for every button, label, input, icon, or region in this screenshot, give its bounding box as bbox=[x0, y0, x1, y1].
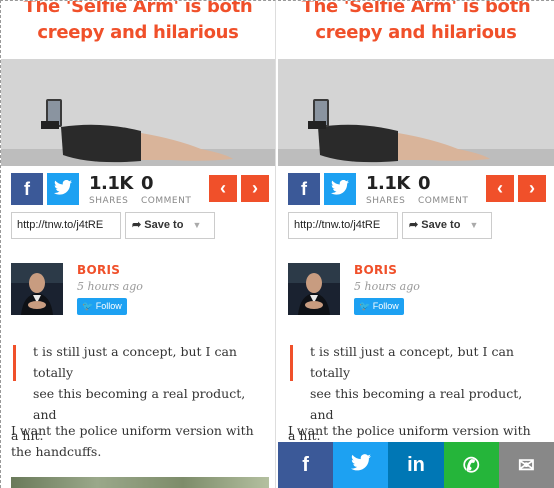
whatsapp-icon: ✆ bbox=[462, 455, 480, 477]
shares-label: SHARES bbox=[89, 196, 129, 206]
twitter-icon: 🐦 bbox=[82, 301, 94, 311]
facebook-share-button[interactable]: f bbox=[11, 173, 43, 205]
save-to-label: Save to bbox=[421, 219, 461, 231]
author-name[interactable]: BORIS bbox=[77, 263, 120, 277]
url-row: http://tnw.to/j4tRE ➦ Save to ▼ bbox=[288, 212, 548, 240]
chevron-down-icon: ▼ bbox=[469, 220, 479, 230]
twitter-share-button[interactable] bbox=[47, 173, 79, 205]
facebook-icon: f bbox=[301, 178, 307, 199]
follow-button[interactable]: 🐦 Follow bbox=[77, 298, 127, 315]
post-time: 5 hours ago bbox=[77, 280, 143, 293]
linkedin-icon: in bbox=[407, 454, 425, 476]
title-line-1: The 'Selfie Arm' is both bbox=[23, 0, 253, 17]
comments-label: COMMENT bbox=[418, 196, 469, 206]
twitter-icon bbox=[350, 454, 371, 477]
comments-label: COMMENT bbox=[141, 196, 192, 206]
title-line-1: The 'Selfie Arm' is both bbox=[301, 0, 531, 17]
floating-whatsapp-button[interactable]: ✆ bbox=[443, 442, 499, 488]
chevron-right-icon: › bbox=[529, 178, 535, 198]
shares-count: 1.1K bbox=[366, 173, 410, 194]
floating-twitter-button[interactable] bbox=[333, 442, 389, 488]
post-time: 5 hours ago bbox=[354, 280, 420, 293]
email-icon: ✉ bbox=[518, 455, 535, 477]
share-bar: f 1.1K SHARES 0 COMMENT ‹ › bbox=[11, 173, 269, 209]
next-image-preview bbox=[11, 477, 269, 488]
floating-facebook-button[interactable]: f bbox=[278, 442, 334, 488]
comments-counter[interactable]: 0 COMMENT bbox=[141, 173, 191, 206]
twitter-icon: 🐦 bbox=[359, 301, 371, 311]
avatar[interactable] bbox=[11, 263, 63, 315]
twitter-share-button[interactable] bbox=[324, 173, 356, 205]
title-line-2: creepy and hilarious bbox=[315, 22, 517, 43]
paragraph-2: I want the police uniform version with t… bbox=[11, 423, 254, 459]
comments-count: 0 bbox=[141, 173, 154, 194]
comments-count: 0 bbox=[418, 173, 431, 194]
facebook-share-button[interactable]: f bbox=[288, 173, 320, 205]
article-panel-left: The 'Selfie Arm' is both creepy and hila… bbox=[0, 0, 276, 488]
floating-email-button[interactable]: ✉ bbox=[498, 442, 554, 488]
paragraph-1-line-2: see this becoming a real product, and bbox=[33, 386, 246, 422]
shares-label: SHARES bbox=[366, 196, 406, 206]
author-name[interactable]: BORIS bbox=[354, 263, 397, 277]
shares-counter: 1.1K SHARES bbox=[89, 173, 133, 206]
prev-article-button[interactable]: ‹ bbox=[486, 175, 514, 202]
shares-count: 1.1K bbox=[89, 173, 133, 194]
next-article-button[interactable]: › bbox=[241, 175, 269, 202]
dropcap-bar bbox=[290, 345, 293, 381]
share-bar: f 1.1K SHARES 0 COMMENT ‹ › bbox=[288, 173, 548, 209]
share-arrow-icon: ➦ bbox=[409, 219, 419, 231]
chevron-left-icon: ‹ bbox=[497, 178, 503, 198]
facebook-icon: f bbox=[302, 454, 309, 476]
follow-label: Follow bbox=[95, 301, 122, 311]
twitter-icon bbox=[331, 179, 349, 200]
floating-share-bar: f in ✆ ✉ bbox=[278, 442, 554, 488]
chevron-left-icon: ‹ bbox=[220, 178, 226, 198]
paragraph-1-line-1: t is still just a concept, but I can tot… bbox=[310, 344, 514, 380]
url-row: http://tnw.to/j4tRE ➦ Save to ▼ bbox=[11, 212, 269, 240]
facebook-icon: f bbox=[24, 178, 30, 199]
paragraph-1-line-2: see this becoming a real product, and bbox=[310, 386, 523, 422]
save-to-button[interactable]: ➦ Save to ▼ bbox=[125, 212, 215, 239]
share-arrow-icon: ➦ bbox=[132, 219, 142, 231]
chevron-right-icon: › bbox=[252, 178, 258, 198]
shares-counter: 1.1K SHARES bbox=[366, 173, 410, 206]
dropcap-bar bbox=[13, 345, 16, 381]
follow-label: Follow bbox=[372, 301, 399, 311]
short-url-field[interactable]: http://tnw.to/j4tRE bbox=[288, 212, 398, 239]
next-article-button[interactable]: › bbox=[518, 175, 546, 202]
article-panel-right: The 'Selfie Arm' is both creepy and hila… bbox=[278, 0, 554, 488]
paragraph-1-line-1: t is still just a concept, but I can tot… bbox=[33, 344, 237, 380]
chevron-down-icon: ▼ bbox=[192, 220, 202, 230]
save-to-button[interactable]: ➦ Save to ▼ bbox=[402, 212, 492, 239]
title-line-2: creepy and hilarious bbox=[37, 22, 239, 43]
twitter-icon bbox=[54, 179, 72, 200]
avatar[interactable] bbox=[288, 263, 340, 315]
hero-image bbox=[278, 59, 554, 166]
hero-image bbox=[1, 59, 275, 166]
comments-counter[interactable]: 0 COMMENT bbox=[418, 173, 468, 206]
author-block: BORIS 5 hours ago 🐦 Follow bbox=[11, 263, 269, 318]
save-to-label: Save to bbox=[144, 219, 184, 231]
author-block: BORIS 5 hours ago 🐦 Follow bbox=[288, 263, 548, 318]
floating-linkedin-button[interactable]: in bbox=[388, 442, 444, 488]
short-url-field[interactable]: http://tnw.to/j4tRE bbox=[11, 212, 121, 239]
prev-article-button[interactable]: ‹ bbox=[209, 175, 237, 202]
follow-button[interactable]: 🐦 Follow bbox=[354, 298, 404, 315]
